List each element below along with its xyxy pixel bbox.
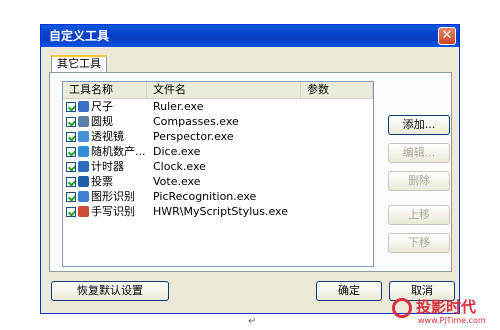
tools-list[interactable]: 工具名称 文件名 参数 尺子 Ruler.exe 圆规 Compasses.exe 透视…	[62, 81, 374, 267]
custom-tools-dialog: 自定义工具 ✕ 其它工具 工具名称 文件名 参数 尺子 Ruler.exe 圆规 Co…	[40, 24, 460, 314]
tool-name-label: 尺子	[91, 100, 113, 113]
file-name-cell: Ruler.exe	[153, 100, 204, 113]
restore-defaults-button[interactable]: 恢复默认设置	[51, 281, 169, 301]
tool-name-cell: 计时器	[63, 159, 147, 174]
vote-icon	[78, 176, 89, 187]
edit-button[interactable]: 编辑...	[388, 143, 450, 163]
enable-checkbox[interactable]	[66, 161, 76, 172]
tool-name-cell: 圆规	[63, 114, 147, 129]
table-row[interactable]: 尺子 Ruler.exe	[63, 99, 373, 114]
list-header: 工具名称 文件名 参数	[63, 82, 373, 99]
tab-other-tools[interactable]: 其它工具	[51, 55, 107, 73]
file-name-cell: HWR\MyScriptStylus.exe	[153, 205, 288, 218]
file-name-cell: Perspector.exe	[153, 130, 234, 143]
tool-name-label: 透视镜	[91, 130, 124, 143]
tool-name-label: 圆规	[91, 115, 113, 128]
ruler-icon	[78, 101, 89, 112]
table-row[interactable]: 圆规 Compasses.exe	[63, 114, 373, 129]
enable-checkbox[interactable]	[66, 146, 76, 157]
watermark-brand: 投影时代	[416, 298, 477, 316]
delete-button[interactable]: 删除	[388, 171, 450, 191]
tool-name-cell: 尺子	[63, 99, 147, 114]
tool-name-label: 图形识别	[91, 190, 135, 203]
watermark-logo-icon	[392, 298, 412, 318]
table-row[interactable]: 透视镜 Perspector.exe	[63, 129, 373, 144]
file-name-cell: Compasses.exe	[153, 115, 239, 128]
close-icon[interactable]: ✕	[438, 27, 456, 45]
file-name-cell: Dice.exe	[153, 145, 201, 158]
title-bar[interactable]: 自定义工具 ✕	[41, 25, 459, 47]
dice-icon	[78, 146, 89, 157]
enable-checkbox[interactable]	[66, 206, 76, 217]
watermark: 投影时代 www.PjTime.com	[392, 296, 496, 328]
tool-name-cell: 透视镜	[63, 129, 147, 144]
column-header-args[interactable]: 参数	[301, 82, 373, 98]
tool-name-cell: 投票	[63, 174, 147, 189]
column-header-file-name[interactable]: 文件名	[147, 82, 301, 98]
table-row[interactable]: 手写识别 HWR\MyScriptStylus.exe	[63, 204, 373, 219]
compass-icon	[78, 116, 89, 127]
magnifier-icon	[78, 131, 89, 142]
tool-name-label: 手写识别	[91, 205, 135, 218]
file-name-cell: Vote.exe	[153, 175, 201, 188]
tool-name-label: 随机数产...	[91, 145, 146, 158]
table-row[interactable]: 计时器 Clock.exe	[63, 159, 373, 174]
enable-checkbox[interactable]	[66, 131, 76, 142]
ok-button[interactable]: 确定	[316, 281, 382, 301]
tool-name-cell: 随机数产...	[63, 144, 147, 159]
enable-checkbox[interactable]	[66, 116, 76, 127]
tool-name-cell: 图形识别	[63, 189, 147, 204]
window-title: 自定义工具	[49, 29, 110, 43]
enable-checkbox[interactable]	[66, 176, 76, 187]
tab-panel: 工具名称 文件名 参数 尺子 Ruler.exe 圆规 Compasses.exe 透视…	[49, 72, 452, 272]
handwriting-icon	[78, 206, 89, 217]
column-header-tool-name[interactable]: 工具名称	[63, 82, 147, 98]
table-row[interactable]: 投票 Vote.exe	[63, 174, 373, 189]
shape-recognition-icon	[78, 191, 89, 202]
page-mark: ↵	[248, 316, 257, 327]
table-row[interactable]: 随机数产... Dice.exe	[63, 144, 373, 159]
watermark-site: www.PjTime.com	[418, 316, 486, 325]
enable-checkbox[interactable]	[66, 101, 76, 112]
move-down-button[interactable]: 下移	[388, 233, 450, 253]
enable-checkbox[interactable]	[66, 191, 76, 202]
file-name-cell: PicRecognition.exe	[153, 190, 257, 203]
add-button[interactable]: 添加...	[388, 115, 450, 135]
clock-icon	[78, 161, 89, 172]
tool-name-label: 计时器	[91, 160, 124, 173]
table-row[interactable]: 图形识别 PicRecognition.exe	[63, 189, 373, 204]
move-up-button[interactable]: 上移	[388, 205, 450, 225]
tool-name-label: 投票	[91, 175, 113, 188]
tool-name-cell: 手写识别	[63, 204, 147, 219]
file-name-cell: Clock.exe	[153, 160, 206, 173]
